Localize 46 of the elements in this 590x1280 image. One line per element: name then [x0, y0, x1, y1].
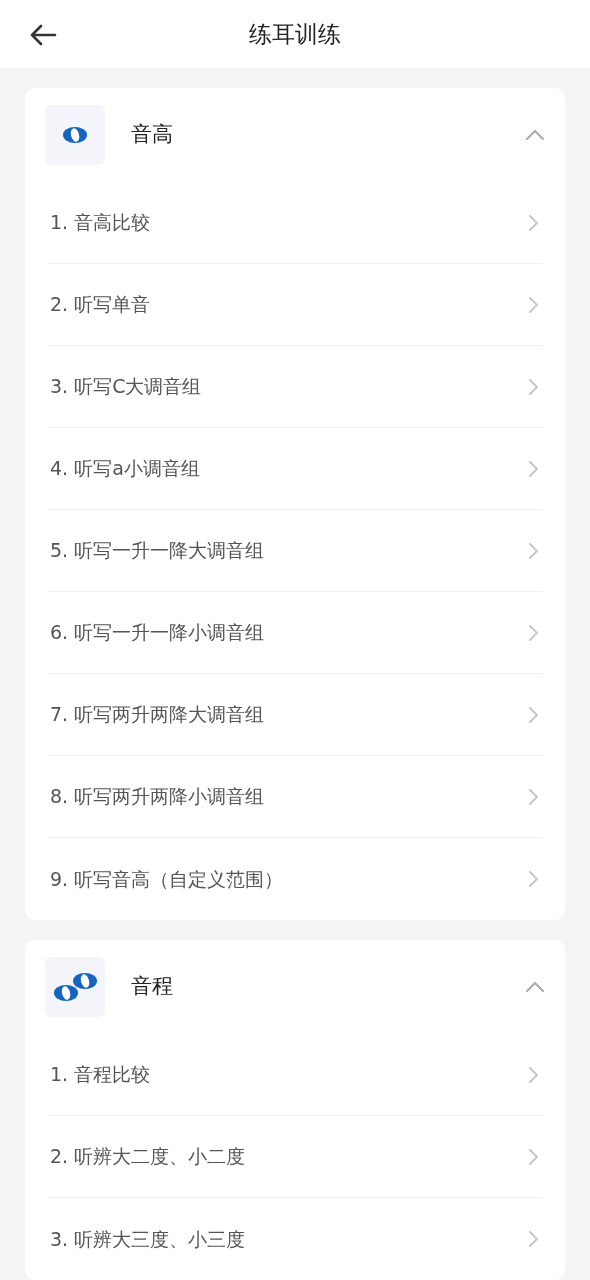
- chevron-right-icon: [528, 870, 538, 888]
- exercise-item[interactable]: 9. 听写音高（自定义范围）: [48, 838, 542, 920]
- chevron-right-icon: [528, 787, 538, 806]
- exercise-label: 1. 音程比较: [50, 1062, 152, 1088]
- exercise-label: 4. 听写a小调音组: [50, 456, 201, 482]
- exercise-label: 3. 听写C大调音组: [50, 374, 203, 400]
- chevron-right-icon: [528, 1065, 538, 1084]
- chevron-right-icon: [528, 1147, 538, 1166]
- chevron-right-icon: [528, 541, 538, 560]
- chevron-right-icon: [528, 705, 538, 724]
- exercise-label: 2. 听辨大二度、小二度: [50, 1144, 247, 1170]
- chevron-right-icon: [528, 623, 538, 642]
- chevron-right-icon: [528, 1230, 538, 1248]
- exercise-label: 6. 听写一升一降小调音组: [50, 620, 266, 646]
- exercise-item[interactable]: 2. 听写单音: [48, 264, 542, 346]
- double-note-icon: [45, 957, 105, 1017]
- chevron-right-icon: [528, 459, 538, 478]
- exercise-item[interactable]: 5. 听写一升一降大调音组: [48, 510, 542, 592]
- exercise-item[interactable]: 7. 听写两升两降大调音组: [48, 674, 542, 756]
- chevron-up-icon: [525, 981, 545, 993]
- exercise-item[interactable]: 3. 听写C大调音组: [48, 346, 542, 428]
- section-title: 音程: [131, 973, 174, 1001]
- section-header[interactable]: 音程: [25, 940, 565, 1034]
- exercise-label: 7. 听写两升两降大调音组: [50, 702, 266, 728]
- exercise-item[interactable]: 4. 听写a小调音组: [48, 428, 542, 510]
- chevron-right-icon: [528, 213, 538, 232]
- exercise-label: 8. 听写两升两降小调音组: [50, 784, 266, 810]
- exercise-label: 2. 听写单音: [50, 292, 152, 318]
- note-icon: [45, 105, 105, 165]
- page-title: 练耳训练: [249, 19, 341, 49]
- exercise-label: 9. 听写音高（自定义范围）: [50, 866, 285, 892]
- exercise-item[interactable]: 3. 听辨大三度、小三度: [48, 1198, 542, 1280]
- exercise-label: 1. 音高比较: [50, 210, 152, 236]
- exercise-label: 5. 听写一升一降大调音组: [50, 538, 266, 564]
- chevron-up-icon: [525, 129, 545, 141]
- section-header[interactable]: 音高: [25, 88, 565, 182]
- section-title: 音高: [131, 121, 174, 149]
- exercise-item[interactable]: 2. 听辨大二度、小二度: [48, 1116, 542, 1198]
- exercise-item[interactable]: 1. 音高比较: [48, 182, 542, 264]
- exercise-item[interactable]: 6. 听写一升一降小调音组: [48, 592, 542, 674]
- exercise-item[interactable]: 1. 音程比较: [48, 1034, 542, 1116]
- exercise-item[interactable]: 8. 听写两升两降小调音组: [48, 756, 542, 838]
- chevron-right-icon: [528, 295, 538, 314]
- exercise-label: 3. 听辨大三度、小三度: [50, 1226, 247, 1252]
- back-arrow-icon: [29, 23, 57, 47]
- chevron-right-icon: [528, 377, 538, 396]
